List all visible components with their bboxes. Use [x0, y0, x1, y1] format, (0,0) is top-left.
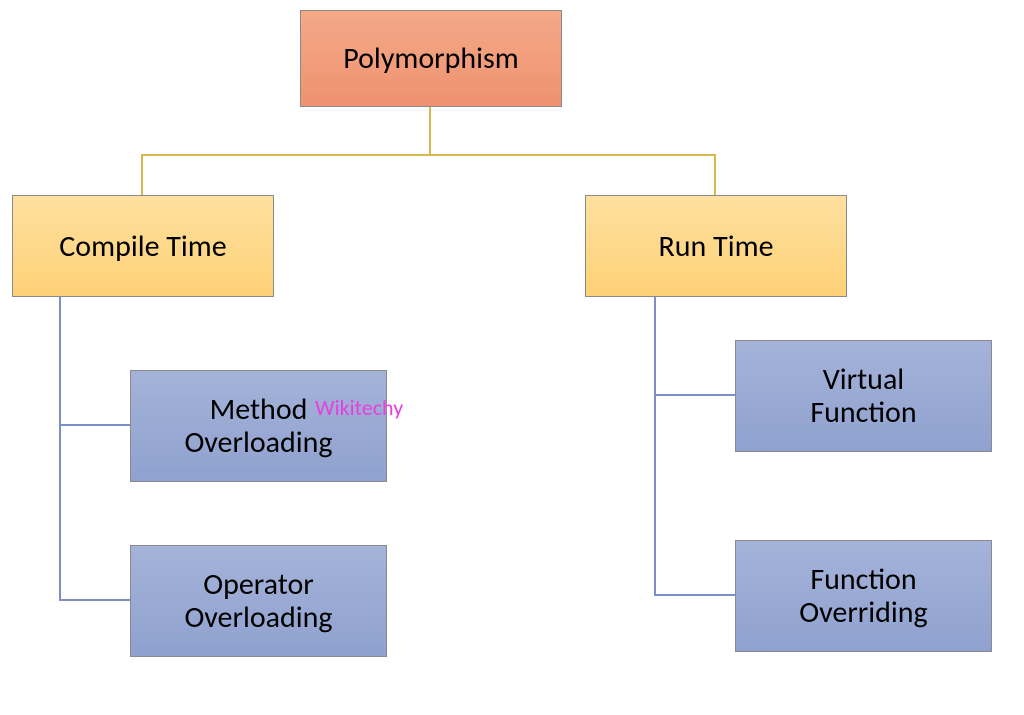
- root-label: Polymorphism: [343, 40, 519, 77]
- connector-compile-operator: [60, 295, 130, 600]
- branch-node-compile-time: Compile Time: [12, 195, 274, 297]
- leaf-label: OperatorOverloading: [184, 568, 332, 634]
- branch-right-label: Run Time: [659, 228, 774, 265]
- leaf-node-operator-overloading: OperatorOverloading: [130, 545, 387, 657]
- branch-left-label: Compile Time: [59, 228, 226, 265]
- connector-run-virtual: [655, 295, 735, 395]
- connector-run-overriding: [655, 295, 735, 595]
- connector-root-right: [430, 105, 715, 195]
- leaf-node-method-overloading: MethodOverloading: [130, 370, 387, 482]
- leaf-label: MethodOverloading: [184, 393, 332, 459]
- root-node-polymorphism: Polymorphism: [300, 10, 562, 107]
- connector-root-left: [142, 105, 430, 195]
- leaf-label: VirtualFunction: [810, 363, 916, 429]
- branch-node-run-time: Run Time: [585, 195, 847, 297]
- connector-compile-method: [60, 295, 130, 425]
- watermark-text: Wikitechy: [315, 394, 403, 421]
- leaf-label: FunctionOverriding: [799, 563, 927, 629]
- leaf-node-virtual-function: VirtualFunction: [735, 340, 992, 452]
- leaf-node-function-overriding: FunctionOverriding: [735, 540, 992, 652]
